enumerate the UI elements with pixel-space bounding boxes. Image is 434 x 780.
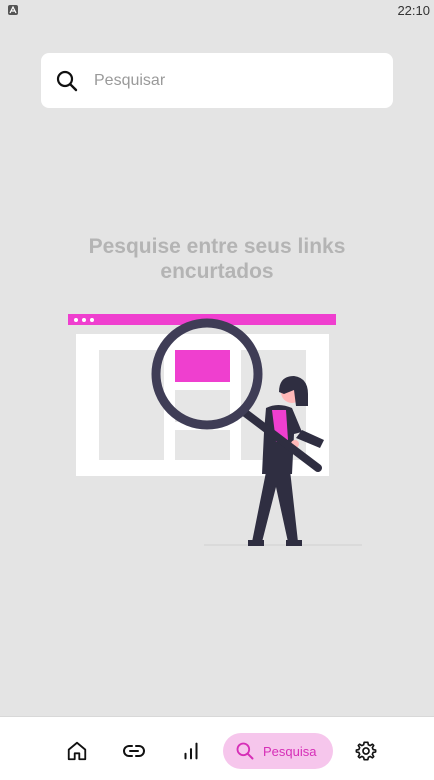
search-icon [235, 741, 255, 761]
status-bar: 22:10 [0, 0, 434, 20]
bar-chart-icon [180, 740, 202, 762]
nav-settings-button[interactable] [352, 733, 380, 769]
empty-state-title: Pesquise entre seus links encurtados [88, 235, 346, 283]
link-icon [122, 739, 146, 763]
home-icon [66, 740, 88, 762]
nav-stats-button[interactable] [177, 733, 205, 769]
gear-icon [355, 740, 377, 762]
status-time: 22:10 [397, 2, 430, 18]
nav-search-button[interactable]: Pesquisa [223, 733, 333, 769]
nav-home-button[interactable] [62, 733, 92, 769]
nav-search-label: Pesquisa [263, 743, 317, 759]
search-box[interactable] [41, 53, 393, 108]
android-a-icon [8, 5, 18, 15]
search-input[interactable] [94, 65, 374, 96]
bottom-nav: Pesquisa [0, 716, 434, 780]
nav-links-button[interactable] [118, 733, 150, 769]
search-illustration [66, 312, 366, 552]
search-icon [55, 69, 79, 93]
